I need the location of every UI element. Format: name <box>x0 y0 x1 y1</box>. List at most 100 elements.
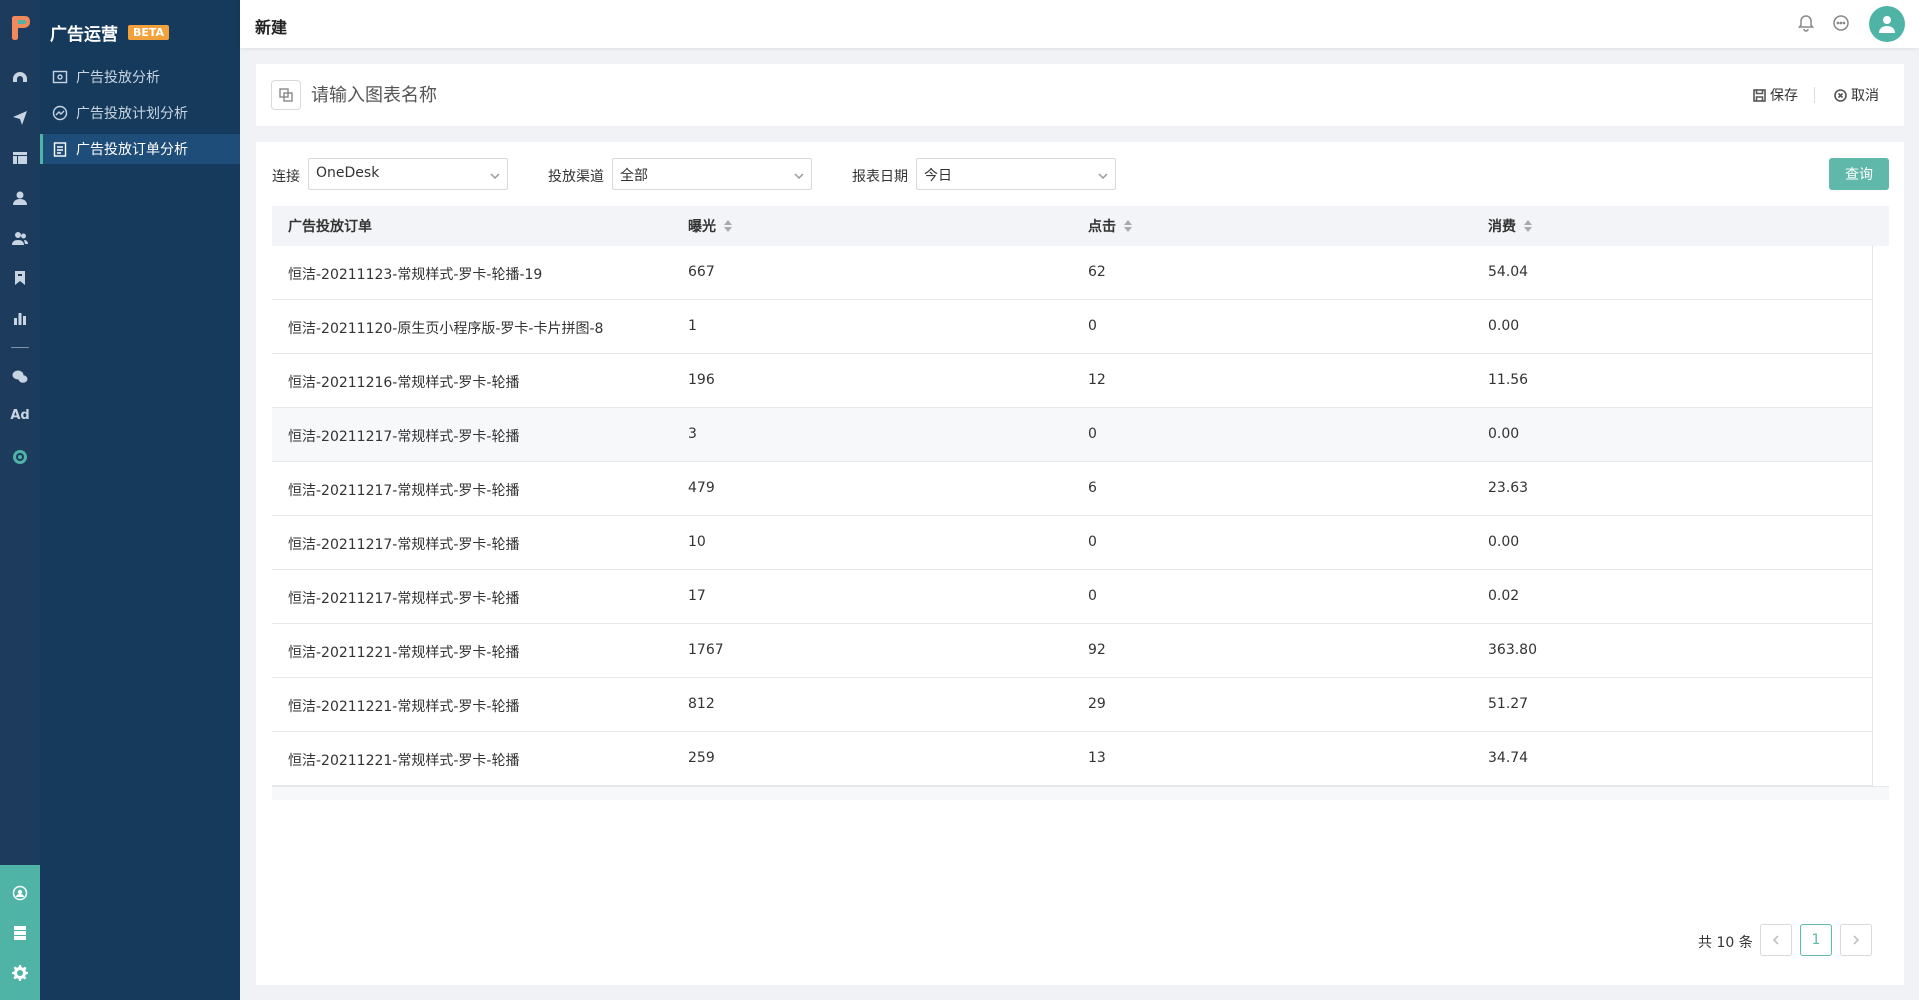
column-header-impressions[interactable]: 曝光 <box>688 216 732 236</box>
column-header-label: 点击 <box>1088 219 1116 235</box>
cell-order-name: 恒洁-20211120-原生页小程序版-罗卡-卡片拼图-8 <box>288 321 604 337</box>
connection-value: OneDesk <box>316 165 380 181</box>
query-button[interactable]: 查询 <box>1829 158 1889 190</box>
chevron-down-icon <box>794 169 804 180</box>
close-circle-icon <box>1834 88 1847 102</box>
table-row[interactable]: 恒洁-20211221-常规样式-罗卡-轮播 259 13 34.74 <box>272 732 1872 786</box>
next-page-button[interactable] <box>1840 924 1872 956</box>
bell-icon[interactable] <box>1797 14 1817 34</box>
sidebar-item-label: 广告投放分析 <box>76 70 160 86</box>
cell-clicks: 0 <box>1088 318 1097 334</box>
rail-bottom-section <box>0 865 40 1000</box>
cell-impressions: 1 <box>688 318 697 334</box>
cell-cost: 51.27 <box>1488 696 1529 712</box>
horizontal-scrollbar[interactable] <box>272 786 1889 800</box>
bar-chart-icon[interactable] <box>10 308 30 328</box>
column-header-cost[interactable]: 消费 <box>1488 216 1532 236</box>
sort-icon[interactable] <box>724 219 732 233</box>
cell-order-name: 恒洁-20211217-常规样式-罗卡-轮播 <box>288 429 520 445</box>
cell-cost: 11.56 <box>1488 372 1529 388</box>
chevron-down-icon <box>490 169 500 180</box>
users-icon[interactable] <box>10 228 30 248</box>
cell-cost: 363.80 <box>1488 642 1537 658</box>
sort-icon[interactable] <box>1524 219 1532 233</box>
ad-icon[interactable]: Ad <box>8 408 32 423</box>
date-select[interactable]: 今日 <box>916 158 1116 190</box>
settings-icon[interactable] <box>10 963 30 983</box>
cell-cost: 0.00 <box>1488 426 1520 442</box>
table-row[interactable]: 恒洁-20211221-常规样式-罗卡-轮播 812 29 51.27 <box>272 678 1872 732</box>
cell-clicks: 12 <box>1088 372 1106 388</box>
beta-badge: BETA <box>128 25 170 40</box>
icon-rail: Ad <box>0 0 40 1000</box>
chevron-right-icon <box>1853 935 1860 945</box>
column-header-label: 广告投放订单 <box>288 219 372 235</box>
sidebar-item-ad-analysis[interactable]: 广告投放分析 <box>40 62 240 92</box>
cell-order-name: 恒洁-20211221-常规样式-罗卡-轮播 <box>288 645 520 661</box>
divider <box>1814 87 1815 103</box>
table-icon[interactable] <box>10 148 30 168</box>
cell-cost: 0.00 <box>1488 534 1520 550</box>
table-body: 恒洁-20211123-常规样式-罗卡-轮播-19 667 62 54.04 恒洁-20… <box>272 246 1873 786</box>
cell-cost: 23.63 <box>1488 480 1529 496</box>
prev-page-button[interactable] <box>1760 924 1792 956</box>
table-row[interactable]: 恒洁-20211216-常规样式-罗卡-轮播 196 12 11.56 <box>272 354 1872 408</box>
cell-cost: 0.00 <box>1488 318 1520 334</box>
connection-label: 连接 <box>272 169 300 185</box>
save-button[interactable]: 保存 <box>1753 85 1798 105</box>
cell-impressions: 17 <box>688 588 706 604</box>
cancel-button[interactable]: 取消 <box>1834 85 1879 105</box>
cell-clicks: 0 <box>1088 588 1097 604</box>
cell-clicks: 6 <box>1088 480 1097 496</box>
wechat-icon[interactable] <box>10 367 30 387</box>
channel-select[interactable]: 全部 <box>612 158 812 190</box>
chevron-down-icon <box>1098 169 1108 180</box>
table-row[interactable]: 恒洁-20211123-常规样式-罗卡-轮播-19 667 62 54.04 <box>272 246 1872 300</box>
sidebar-item-label: 广告投放订单分析 <box>76 142 188 158</box>
table-row[interactable]: 恒洁-20211221-常规样式-罗卡-轮播 1767 92 363.80 <box>272 624 1872 678</box>
cell-order-name: 恒洁-20211221-常规样式-罗卡-轮播 <box>288 699 520 715</box>
page-button[interactable]: 1 <box>1800 924 1832 956</box>
cell-clicks: 29 <box>1088 696 1106 712</box>
sidebar-item-order-analysis[interactable]: 广告投放订单分析 <box>40 134 240 164</box>
app-title-text: 广告运营 <box>50 25 118 45</box>
sidebar-item-plan-analysis[interactable]: 广告投放计划分析 <box>40 98 240 128</box>
target-icon[interactable] <box>10 447 30 467</box>
table-row[interactable]: 恒洁-20211120-原生页小程序版-罗卡-卡片拼图-8 1 0 0.00 <box>272 300 1872 354</box>
dashboard-icon[interactable] <box>10 68 30 88</box>
chart-name-input[interactable] <box>311 82 811 108</box>
pagination-total: 共 10 条 <box>1698 935 1753 951</box>
table-row[interactable]: 恒洁-20211217-常规样式-罗卡-轮播 17 0 0.02 <box>272 570 1872 624</box>
sidebar-item-label: 广告投放计划分析 <box>76 106 188 122</box>
chart-type-icon[interactable] <box>271 80 301 110</box>
table-row[interactable]: 恒洁-20211217-常规样式-罗卡-轮播 10 0 0.00 <box>272 516 1872 570</box>
message-icon[interactable] <box>1832 14 1852 34</box>
column-header-order: 广告投放订单 <box>288 216 372 236</box>
table-row[interactable]: 恒洁-20211217-常规样式-罗卡-轮播 479 6 23.63 <box>272 462 1872 516</box>
cell-impressions: 1767 <box>688 642 724 658</box>
connection-select[interactable]: OneDesk <box>308 158 508 190</box>
team-icon[interactable] <box>10 883 30 903</box>
monitor-icon <box>52 70 68 84</box>
cell-impressions: 10 <box>688 534 706 550</box>
server-icon[interactable] <box>10 923 30 943</box>
column-header-clicks[interactable]: 点击 <box>1088 216 1132 236</box>
cell-order-name: 恒洁-20211216-常规样式-罗卡-轮播 <box>288 375 520 391</box>
clipboard-icon <box>53 142 67 157</box>
user-icon[interactable] <box>10 188 30 208</box>
cell-clicks: 13 <box>1088 750 1106 766</box>
date-label: 报表日期 <box>852 169 908 185</box>
table-row[interactable]: 恒洁-20211217-常规样式-罗卡-轮播 3 0 0.00 <box>272 408 1872 462</box>
top-header: 新建 <box>240 0 1919 48</box>
bookmark-icon[interactable] <box>10 268 30 288</box>
order-table: 广告投放订单 曝光 点击 消费 恒洁-20211123-常规样式-罗卡-轮播-1… <box>272 206 1889 800</box>
save-label: 保存 <box>1770 88 1798 104</box>
avatar[interactable] <box>1869 6 1905 42</box>
chart-name-card: 保存 取消 <box>256 64 1904 126</box>
table-header: 广告投放订单 曝光 点击 消费 <box>272 206 1889 246</box>
sort-icon[interactable] <box>1124 219 1132 233</box>
send-icon[interactable] <box>10 108 30 128</box>
rail-divider <box>11 347 29 348</box>
user-avatar-icon <box>1879 16 1895 33</box>
cell-impressions: 259 <box>688 750 715 766</box>
